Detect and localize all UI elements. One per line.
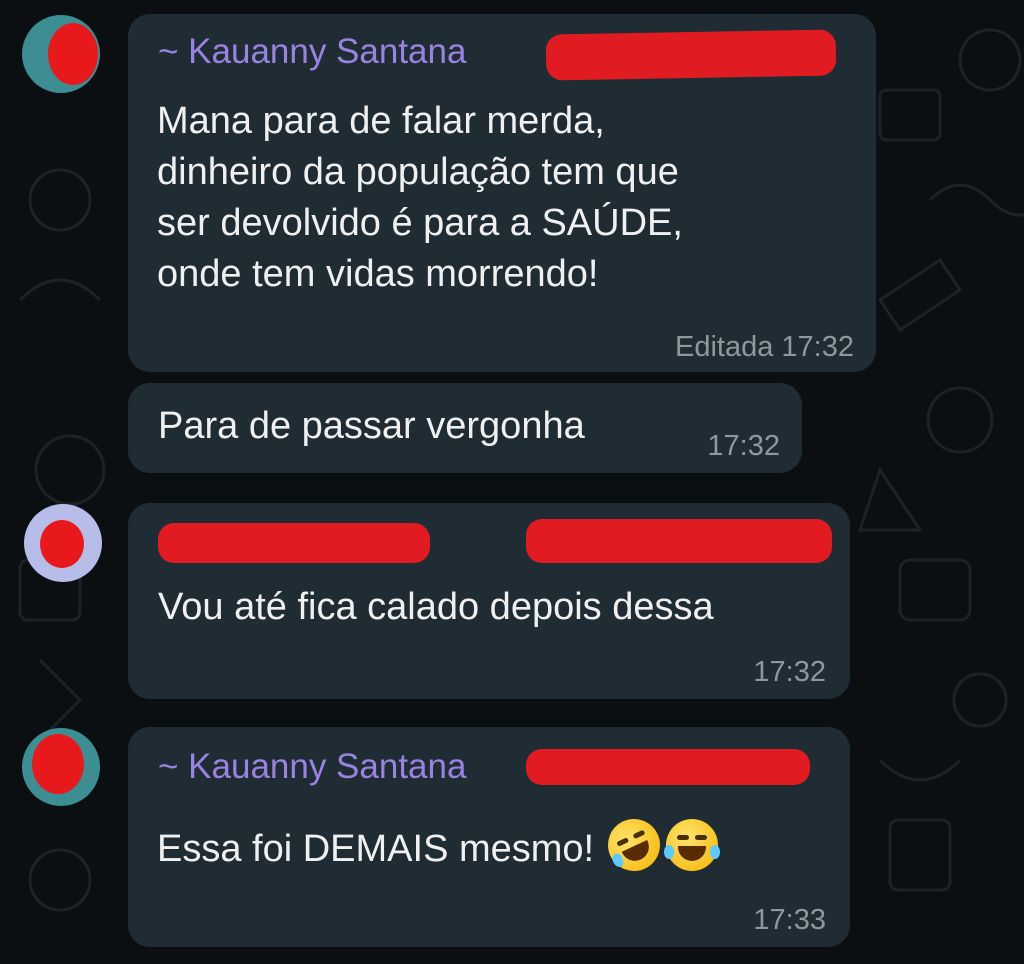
message-text: Mana para de falar merda, dinheiro da po… [157, 100, 683, 295]
message-text: Vou até fica calado depois dessa [158, 586, 714, 628]
edited-label: Editada [675, 331, 774, 363]
message-bubble[interactable]: Para de passar vergonha 17:32 [128, 383, 802, 473]
avatar[interactable] [24, 504, 102, 582]
message-timestamp: 17:33 [753, 904, 826, 936]
message-text: Para de passar vergonha [158, 405, 585, 447]
message-text: Essa foi DEMAIS mesmo! [157, 810, 721, 880]
message-bubble[interactable]: ~ Kauanny Santana Mana para de falar mer… [128, 14, 876, 372]
redaction-mark [40, 520, 84, 568]
redacted-phone [526, 749, 810, 785]
sender-name[interactable]: ~ Kauanny Santana [158, 747, 466, 787]
message-timestamp: Editada 17:32 [675, 331, 854, 364]
sender-name[interactable]: ~ Kauanny Santana [158, 32, 466, 72]
tears-of-joy-emoji [664, 819, 721, 871]
redacted-sender-name [158, 523, 430, 563]
redacted-phone [526, 519, 832, 563]
avatar[interactable] [22, 15, 100, 93]
time-label: 17:32 [781, 331, 854, 363]
redacted-phone [545, 29, 837, 81]
message-timestamp: 17:32 [753, 656, 826, 688]
avatar[interactable] [22, 728, 100, 806]
message-bubble[interactable]: Vou até fica calado depois dessa 17:32 [128, 503, 850, 699]
rolling-on-floor-laughing-emoji [599, 810, 669, 880]
message-bubble[interactable]: ~ Kauanny Santana Essa foi DEMAIS mesmo!… [128, 727, 850, 947]
redaction-mark [32, 734, 84, 794]
redaction-mark [48, 23, 98, 85]
message-timestamp: 17:32 [707, 430, 780, 462]
